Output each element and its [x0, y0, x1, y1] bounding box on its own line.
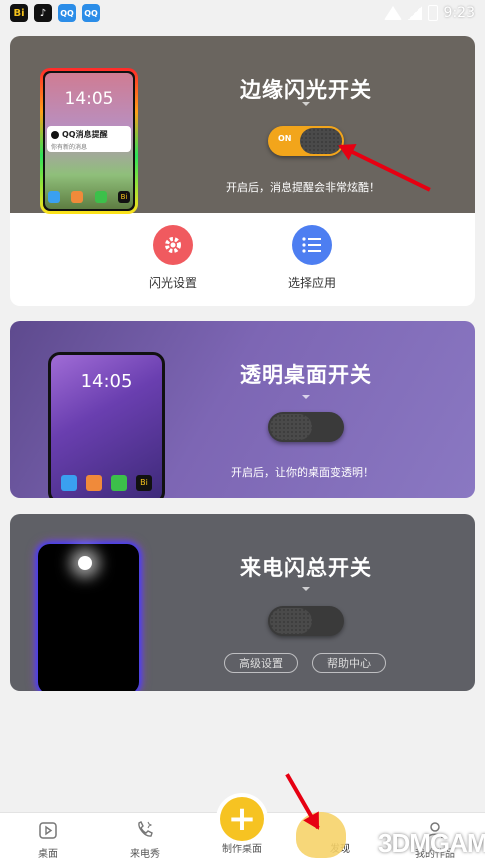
phone-dock: Bi: [61, 475, 152, 491]
flashlight-glow: [78, 556, 92, 570]
toggle-on-label: ON: [278, 134, 292, 143]
phone-icon: [111, 475, 127, 491]
notification-body: 你有新的消息: [51, 144, 88, 151]
wifi-icon: [383, 6, 402, 20]
transparent-desktop-title: 透明桌面开关: [240, 363, 372, 387]
transparent-desktop-toggle[interactable]: [268, 412, 344, 442]
bi-icon: Bi: [117, 191, 130, 203]
call-flash-title: 来电闪总开关: [240, 556, 372, 580]
transparent-phone-preview: 14:05 Bi: [48, 352, 165, 498]
phone-screen: 14:05 QQ消息提醒 你有新的消息 Bi: [45, 73, 133, 209]
contacts-icon: [71, 191, 84, 203]
phone-dock: Bi: [48, 191, 130, 205]
transparent-desktop-subtitle: 开启后，让你的桌面变透明！: [231, 466, 374, 479]
select-apps-label: 选择应用: [287, 276, 336, 290]
call-flash-toggle[interactable]: [268, 606, 344, 636]
advanced-settings-button[interactable]: 高级设置: [224, 653, 298, 673]
status-time: 9:23: [443, 5, 475, 21]
tiktok-app-icon: ♪: [34, 4, 52, 22]
nav-label: 桌面: [38, 849, 58, 860]
edge-flash-banner: 14:05 QQ消息提醒 你有新的消息 Bi 边缘闪光开关 ON 开启后，消息提…: [10, 36, 475, 213]
call-flash-phone-preview: [38, 544, 139, 691]
transparent-desktop-card: 14:05 Bi 透明桌面开关 开启后，让你的桌面变透明！: [10, 321, 475, 498]
gear-icon: [153, 225, 193, 265]
phone-time: 14:05: [80, 371, 133, 392]
notification-title: QQ消息提醒: [62, 130, 108, 139]
status-bar: Bi ♪ QQ QQ 9:23: [0, 0, 485, 26]
select-apps-button[interactable]: 选择应用: [272, 225, 352, 291]
flash-settings-button[interactable]: 闪光设置: [133, 225, 213, 291]
qq-app-icon: QQ: [58, 4, 76, 22]
nav-item-call-show[interactable]: 来电秀: [110, 813, 180, 860]
bi-app-icon: Bi: [10, 4, 28, 22]
qq-app-icon-2: QQ: [82, 4, 100, 22]
phone-time: 14:05: [64, 89, 114, 109]
notification-preview: QQ消息提醒 你有新的消息: [47, 126, 131, 152]
contacts-icon: [86, 475, 102, 491]
bi-icon: Bi: [136, 475, 152, 491]
edge-flash-subtitle: 开启后，消息提醒会非常炫酷！: [226, 181, 380, 194]
phone-icon: [94, 191, 107, 203]
message-icon: [48, 191, 60, 203]
phone-sparkle-icon: [134, 819, 156, 841]
toggle-knob: [270, 608, 312, 634]
make-desktop-button[interactable]: +: [216, 793, 268, 845]
battery-icon: [427, 5, 438, 21]
chevron-down-icon: [302, 587, 310, 591]
plus-icon: +: [220, 797, 264, 841]
flash-settings-label: 闪光设置: [148, 276, 197, 290]
signal-icon: [407, 6, 422, 20]
chevron-down-icon: [302, 102, 310, 106]
status-right: 9:23: [383, 5, 475, 21]
list-icon: [292, 225, 332, 265]
edge-flash-toggle[interactable]: ON: [268, 126, 344, 156]
chevron-down-icon: [302, 395, 310, 399]
nav-label: 来电秀: [130, 849, 160, 860]
nav-item-desktop[interactable]: 桌面: [13, 813, 83, 860]
edge-flash-phone-preview: 14:05 QQ消息提醒 你有新的消息 Bi: [40, 68, 138, 214]
toggle-knob: [270, 414, 312, 440]
play-tv-icon: [37, 819, 59, 841]
help-center-button[interactable]: 帮助中心: [312, 653, 386, 673]
edge-flash-title: 边缘闪光开关: [240, 78, 372, 102]
message-icon: [61, 475, 77, 491]
watermark-logo: 3DMGAME: [378, 828, 485, 858]
edge-flash-card: 14:05 QQ消息提醒 你有新的消息 Bi 边缘闪光开关 ON 开启后，消息提…: [10, 36, 475, 306]
qq-icon: [51, 130, 59, 139]
call-flash-card: 来电闪总开关 高级设置 帮助中心: [10, 514, 475, 691]
